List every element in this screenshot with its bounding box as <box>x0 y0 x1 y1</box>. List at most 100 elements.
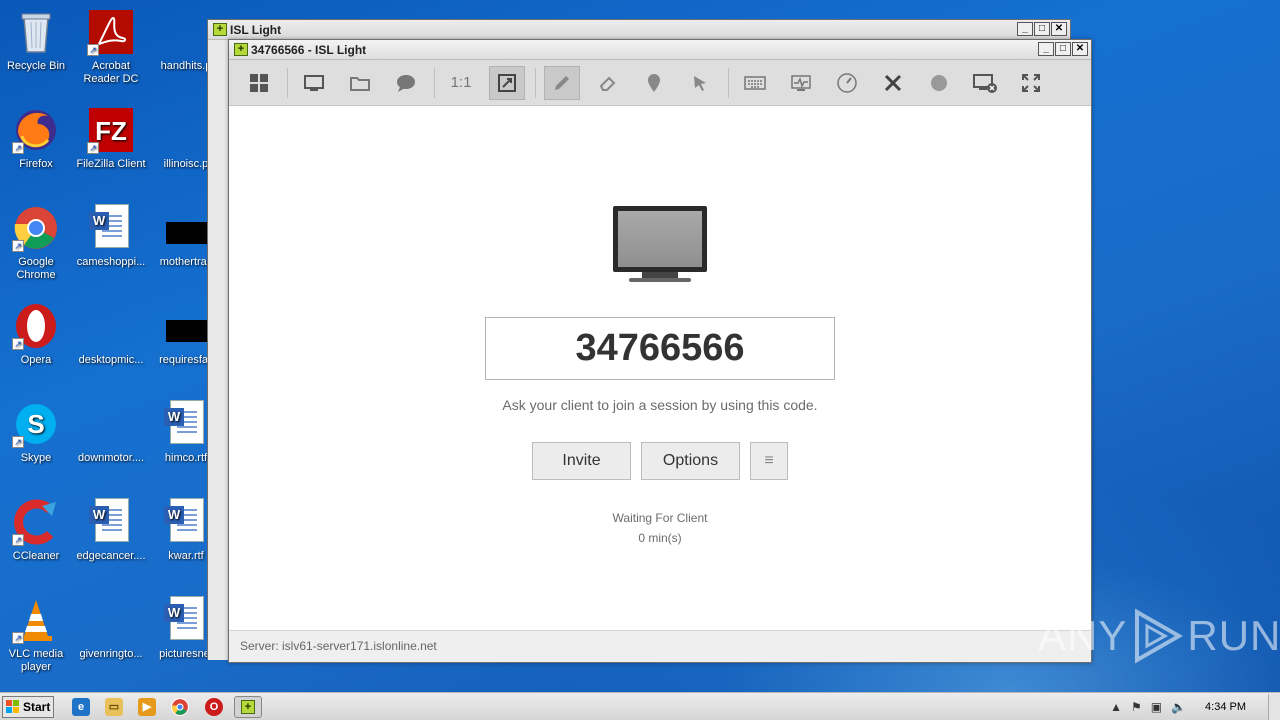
opera-icon: ↗ <box>12 302 60 350</box>
desktop-icon-skype[interactable]: S ↗ Skype <box>0 400 74 465</box>
keyboard-button[interactable] <box>737 66 773 100</box>
desktop-icon-file[interactable]: givenringto... <box>73 596 149 661</box>
taskbar-explorer-folder-icon[interactable]: ▭ <box>105 698 123 716</box>
pencil-icon <box>555 75 569 90</box>
taskbar-media-player-icon[interactable]: ▶ <box>138 698 156 716</box>
icon-label: FileZilla Client <box>76 158 146 170</box>
media-thumbnail-icon <box>162 302 210 350</box>
keyboard-icon <box>744 75 766 90</box>
icon-label: edgecancer.... <box>76 550 146 562</box>
close-button[interactable]: ✕ <box>1051 22 1067 36</box>
monitor-icon <box>304 74 324 91</box>
blank-file-icon <box>87 596 135 644</box>
screen-button[interactable] <box>296 66 332 100</box>
window-titlebar[interactable]: + 34766566 - ISL Light _ □ ✕ <box>229 40 1091 60</box>
desktop-icon-chrome[interactable]: ↗ Google Chrome <box>0 204 74 282</box>
icon-label: VLC media player <box>8 648 64 673</box>
record-dot-icon <box>931 74 947 91</box>
record-button[interactable] <box>921 66 957 100</box>
close-button[interactable]: ✕ <box>1072 42 1088 56</box>
skype-icon: S ↗ <box>12 400 60 448</box>
pointer-button[interactable] <box>682 66 718 100</box>
shortcut-arrow-icon: ↗ <box>12 436 24 448</box>
desktop-icon-word-doc[interactable]: W edgecancer.... <box>73 498 149 563</box>
desktop-icon-file[interactable]: downmotor.... <box>73 400 149 465</box>
desktop-icon-file[interactable]: desktopmic... <box>73 302 149 367</box>
taskbar-clock[interactable]: 4:34 PM <box>1205 701 1246 713</box>
toolbar-divider <box>728 67 729 98</box>
dashboard-grid-button[interactable] <box>241 66 277 100</box>
scale-to-fit-button[interactable] <box>489 65 525 100</box>
toolbar-divider <box>434 67 435 98</box>
isl-light-icon: + <box>213 23 227 36</box>
minimize-button[interactable]: _ <box>1038 42 1054 56</box>
network-icon[interactable]: ▣ <box>1151 700 1162 714</box>
blank-file-icon <box>87 302 135 350</box>
shortcut-arrow-icon: ↗ <box>12 632 24 644</box>
desktop-icon-filezilla[interactable]: FZ ↗ FileZilla Client <box>73 106 149 171</box>
more-menu-button[interactable]: ≡ <box>750 442 788 480</box>
desktop-icon-recycle-bin[interactable]: Recycle Bin <box>0 8 74 73</box>
icon-label: Opera <box>20 354 52 366</box>
taskbar-isl-light-icon[interactable]: + <box>234 696 262 718</box>
session-status: Waiting For Client <box>612 511 708 525</box>
show-desktop-button[interactable] <box>1268 694 1280 720</box>
maximize-button[interactable]: □ <box>1034 22 1050 36</box>
word-document-icon: W <box>162 498 210 546</box>
icon-label: Skype <box>20 452 52 464</box>
cursor-arrow-icon <box>694 75 706 91</box>
start-button[interactable]: Start <box>2 696 54 718</box>
icon-label: givenringto... <box>79 648 143 660</box>
taskbar-ie-icon[interactable]: e <box>72 698 90 716</box>
wrench-screwdriver-icon <box>884 74 902 91</box>
maximize-button[interactable]: □ <box>1055 42 1071 56</box>
tools-button[interactable] <box>875 66 911 100</box>
server-address: Server: islv61-server171.islonline.net <box>240 639 437 653</box>
desktop-icon-acrobat[interactable]: ↗ Acrobat Reader DC <box>73 8 149 86</box>
window-title: 34766566 - ISL Light <box>251 43 367 57</box>
file-transfer-button[interactable] <box>342 66 378 100</box>
minimize-button[interactable]: _ <box>1017 22 1033 36</box>
shortcut-arrow-icon: ↗ <box>12 240 24 252</box>
eraser-button[interactable] <box>590 66 626 100</box>
shortcut-arrow-icon: ↗ <box>12 534 24 546</box>
chat-button[interactable] <box>388 66 424 100</box>
tray-show-hidden-icon[interactable]: ▲ <box>1110 700 1122 714</box>
media-thumbnail-icon <box>162 204 210 252</box>
isl-light-session-window[interactable]: + 34766566 - ISL Light _ □ ✕ 1:1 3476656… <box>228 39 1092 663</box>
performance-button[interactable] <box>829 66 865 100</box>
session-duration: 0 min(s) <box>638 531 682 545</box>
anyrun-watermark: ANY RUN <box>1038 606 1280 666</box>
shortcut-arrow-icon: ↗ <box>12 338 24 350</box>
disconnect-screen-button[interactable] <box>967 66 1003 100</box>
action-center-flag-icon[interactable]: ⚑ <box>1131 700 1142 714</box>
icon-label: cameshoppi... <box>76 256 146 268</box>
shortcut-arrow-icon: ↗ <box>87 44 99 56</box>
fullscreen-button[interactable] <box>1013 66 1049 100</box>
one-to-one-button[interactable]: 1:1 <box>443 66 479 100</box>
desktop-icon-word-doc[interactable]: W cameshoppi... <box>73 204 149 269</box>
desktop-icon-firefox[interactable]: ↗ Firefox <box>0 106 74 171</box>
recycle-bin-icon <box>12 8 60 56</box>
desktop-icon-vlc[interactable]: ↗ VLC media player <box>0 596 74 674</box>
system-monitor-button[interactable] <box>783 66 819 100</box>
shortcut-arrow-icon: ↗ <box>87 142 99 154</box>
window-titlebar[interactable]: + ISL Light _ □ ✕ <box>208 20 1070 40</box>
resize-icon <box>498 73 516 92</box>
marker-button[interactable] <box>636 66 672 100</box>
eraser-icon <box>599 76 616 91</box>
draw-pencil-button[interactable] <box>544 65 580 100</box>
volume-icon[interactable]: 🔈 <box>1171 700 1186 714</box>
vlc-cone-icon: ↗ <box>12 596 60 644</box>
desktop-icon-ccleaner[interactable]: ↗ CCleaner <box>0 498 74 563</box>
invite-button[interactable]: Invite <box>532 442 631 480</box>
desktop-icon-opera[interactable]: ↗ Opera <box>0 302 74 367</box>
expand-icon <box>1022 73 1040 92</box>
taskbar-opera-icon[interactable]: O <box>205 698 223 716</box>
toolbar-divider <box>287 67 288 98</box>
options-button[interactable]: Options <box>641 442 740 480</box>
isl-light-icon: + <box>234 43 248 56</box>
icon-label: Google Chrome <box>16 256 56 281</box>
session-code-hint: Ask your client to join a session by usi… <box>502 397 818 413</box>
taskbar-chrome-icon[interactable] <box>171 698 189 716</box>
